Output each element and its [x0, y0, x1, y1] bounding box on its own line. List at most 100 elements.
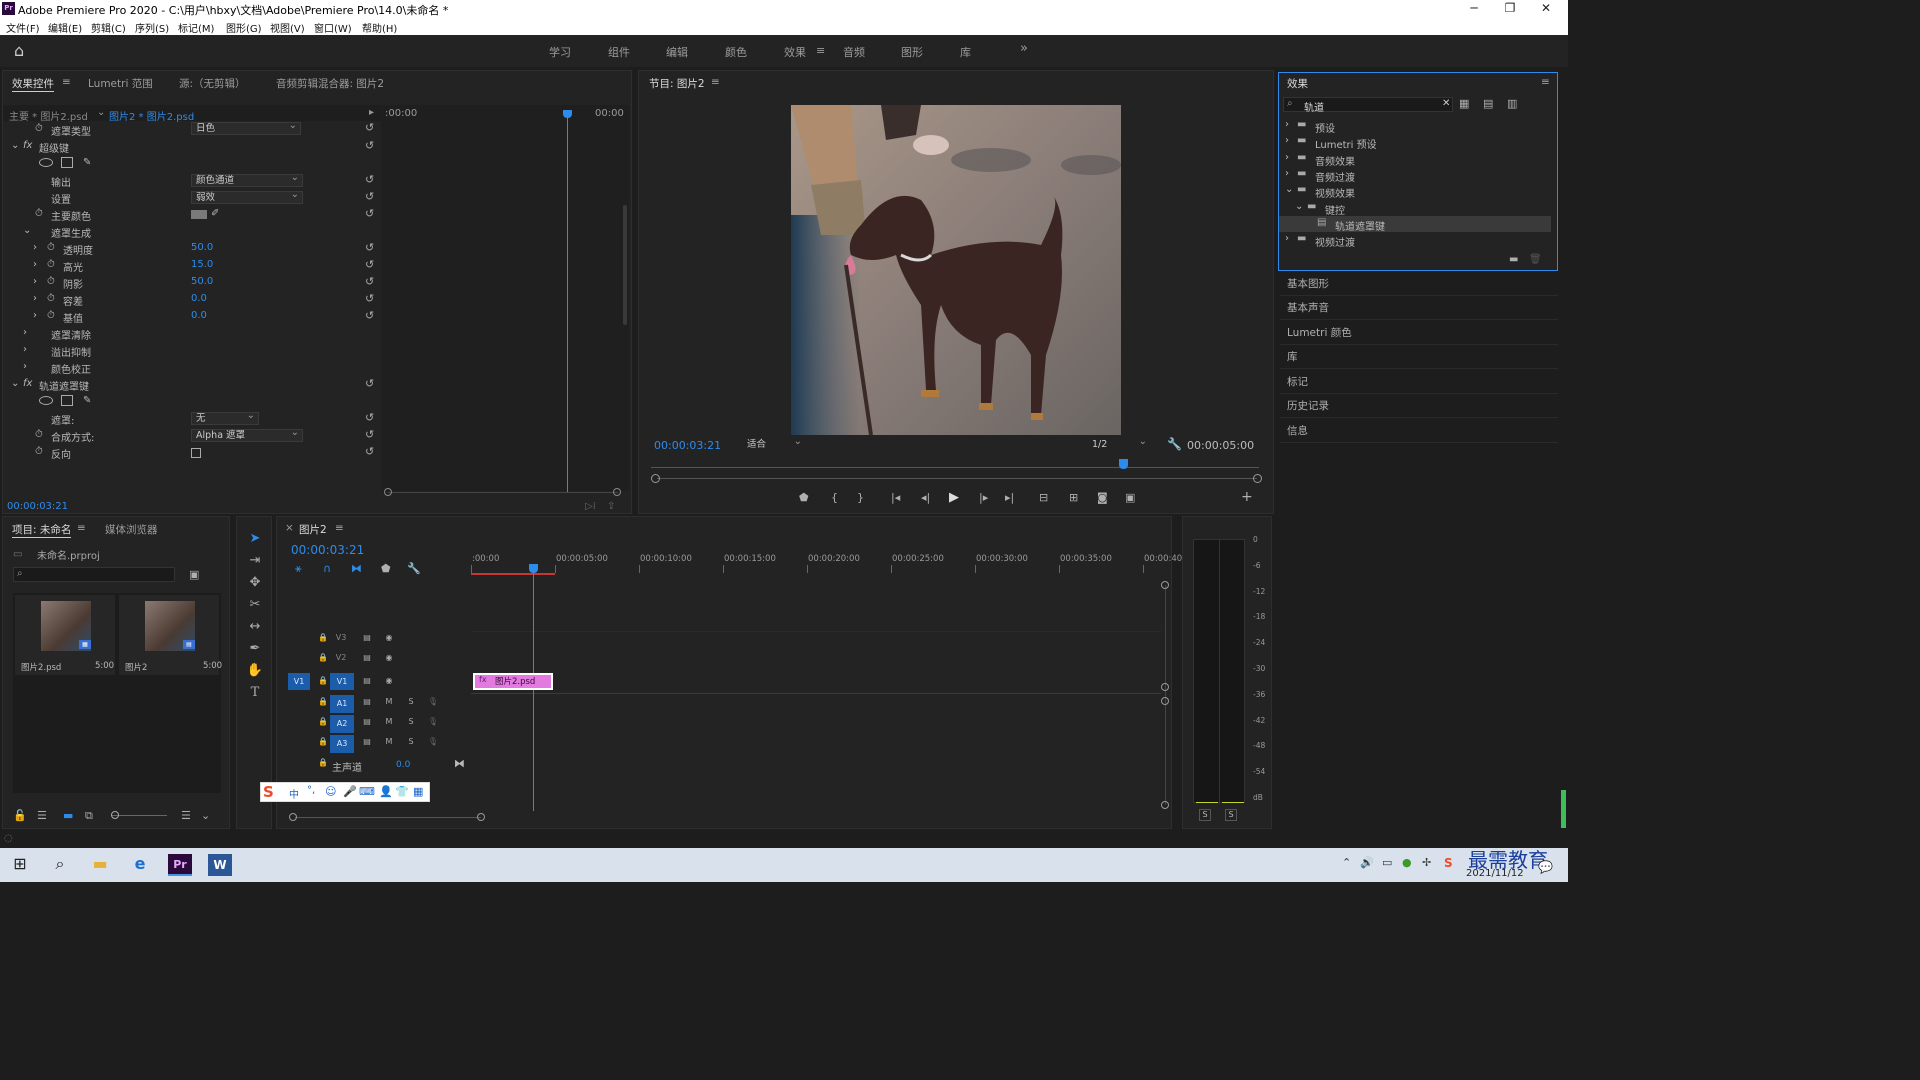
- mic-icon[interactable]: 🎙: [426, 715, 440, 729]
- new-bin-icon[interactable]: ▬: [1509, 254, 1518, 265]
- matte-select[interactable]: 无: [191, 410, 259, 425]
- export-frame-icon[interactable]: ▷⁞: [585, 501, 596, 512]
- new-bin-icon[interactable]: ▣: [189, 568, 199, 581]
- chevron-right-icon[interactable]: ›: [23, 361, 27, 372]
- reset-icon[interactable]: ↺: [365, 445, 374, 458]
- chevron-down-icon[interactable]: ⌄: [23, 225, 31, 236]
- ec-zoom-left-handle[interactable]: [384, 488, 392, 496]
- h-zoom-right-handle[interactable]: [477, 813, 485, 821]
- ec-scrollbar[interactable]: [623, 205, 627, 325]
- wrench-icon[interactable]: 🔧: [1167, 437, 1182, 451]
- ws-color[interactable]: 颜色: [725, 44, 747, 60]
- lock-icon[interactable]: 🔒: [316, 631, 330, 645]
- effects-search-field[interactable]: ⌕ 轨道 ✕: [1283, 97, 1453, 114]
- snap-icon[interactable]: ∩: [323, 562, 331, 575]
- eyedropper-icon[interactable]: ✐: [211, 208, 219, 219]
- tray-up-icon[interactable]: ⌃: [1342, 856, 1351, 869]
- home-icon[interactable]: ⌂: [14, 41, 24, 60]
- ws-menu-icon[interactable]: ≡: [816, 44, 825, 57]
- menu-edit[interactable]: 编辑(E): [48, 20, 82, 35]
- timeline-clip[interactable]: fx 图片2.psd: [473, 673, 553, 690]
- mic-icon[interactable]: 🎙: [426, 735, 440, 749]
- 32bit-effects-icon[interactable]: ▤: [1483, 97, 1493, 110]
- ec-current-time[interactable]: 00:00:03:21: [7, 501, 68, 512]
- stopwatch-icon[interactable]: ⏱: [47, 259, 55, 270]
- stopwatch-icon[interactable]: ⏱: [47, 293, 55, 304]
- minimize-button[interactable]: ─: [1454, 1, 1494, 15]
- keyboard-icon[interactable]: ⌨: [359, 785, 375, 798]
- transparency-value[interactable]: 50.0: [191, 242, 213, 253]
- menu-window[interactable]: 窗口(W): [314, 20, 352, 35]
- ws-editing[interactable]: 编辑: [666, 44, 688, 60]
- lock-icon[interactable]: 🔒: [316, 715, 330, 729]
- work-area-bar[interactable]: [471, 573, 555, 575]
- thumbnail-size-slider[interactable]: [111, 811, 119, 819]
- tab-audio-clip-mixer[interactable]: 音频剪辑混合器: 图片2: [276, 76, 384, 91]
- hand-tool-icon[interactable]: ✋: [244, 663, 266, 683]
- tolerance-value[interactable]: 0.0: [191, 293, 207, 304]
- chevron-right-icon[interactable]: ›: [1285, 135, 1289, 146]
- selection-tool-icon[interactable]: ➤: [244, 531, 266, 551]
- menu-markers[interactable]: 标记(M): [178, 20, 214, 35]
- chevron-down-icon[interactable]: ⌄: [1295, 201, 1303, 212]
- ec-zoom-right-handle[interactable]: [613, 488, 621, 496]
- effects-tree-item[interactable]: › ▬ 预设: [1279, 118, 1551, 135]
- effects-tree-item[interactable]: › ▬ 音频效果: [1279, 151, 1551, 168]
- reset-icon[interactable]: ↺: [365, 190, 374, 203]
- shadow-value[interactable]: 50.0: [191, 276, 213, 287]
- lock-icon[interactable]: 🔓: [13, 809, 27, 822]
- program-playhead[interactable]: [1119, 459, 1129, 469]
- ws-learn[interactable]: 学习: [549, 44, 571, 60]
- file-explorer-icon[interactable]: ▬: [88, 854, 112, 876]
- ws-assembly[interactable]: 组件: [608, 44, 630, 60]
- pen-mask-icon[interactable]: ✎: [83, 157, 91, 168]
- reset-icon[interactable]: ↺: [365, 139, 374, 152]
- tab-project[interactable]: 项目: 未命名: [12, 522, 72, 538]
- lumetri-color-panel[interactable]: Lumetri 颜色: [1280, 321, 1558, 345]
- edge-browser-icon[interactable]: e: [128, 854, 152, 876]
- panel-menu-icon[interactable]: ≡: [711, 76, 720, 88]
- ws-effects[interactable]: 效果: [784, 44, 806, 60]
- track-label[interactable]: V3: [334, 631, 348, 645]
- chevron-right-icon[interactable]: ›: [33, 259, 37, 270]
- reset-icon[interactable]: ↺: [365, 428, 374, 441]
- effects-tree-item[interactable]: › ▬ Lumetri 预设: [1279, 134, 1551, 151]
- reset-icon[interactable]: ↺: [365, 292, 374, 305]
- time-ruler[interactable]: [651, 460, 1259, 468]
- mute-icon[interactable]: M: [382, 735, 396, 749]
- fx-icon[interactable]: fx: [23, 378, 32, 389]
- lift-icon[interactable]: ⊟: [1039, 491, 1048, 504]
- razor-tool-icon[interactable]: ✂: [244, 597, 266, 617]
- reset-icon[interactable]: ↺: [365, 121, 374, 134]
- more-workspaces-icon[interactable]: »: [1020, 41, 1028, 56]
- chinese-mode-icon[interactable]: 中: [289, 786, 299, 801]
- share-icon[interactable]: ⇪: [607, 501, 615, 512]
- chevron-right-icon[interactable]: ›: [23, 327, 27, 338]
- project-item[interactable]: ▦ 图片2.psd 5:00: [15, 595, 115, 675]
- rectangle-mask-icon[interactable]: [61, 395, 73, 406]
- rectangle-mask-icon[interactable]: [61, 157, 73, 168]
- track-label[interactable]: V2: [334, 651, 348, 665]
- timeline-playhead-handle[interactable]: [529, 564, 539, 573]
- pedestal-value[interactable]: 0.0: [191, 310, 207, 321]
- lock-icon[interactable]: 🔒: [316, 756, 330, 770]
- track-label[interactable]: A2: [330, 715, 354, 733]
- menu-graphics[interactable]: 图形(G): [226, 20, 262, 35]
- nest-icon[interactable]: ⚹: [295, 562, 302, 576]
- markers-panel[interactable]: 标记: [1280, 370, 1558, 394]
- chevron-down-icon[interactable]: ⌄: [11, 378, 19, 389]
- panel-menu-icon[interactable]: ≡: [62, 76, 71, 88]
- stopwatch-icon[interactable]: ⏱: [35, 123, 43, 134]
- sort-icon[interactable]: ☰: [181, 809, 191, 822]
- zoom-right-handle[interactable]: [1253, 474, 1262, 483]
- history-panel[interactable]: 历史记录: [1280, 394, 1558, 418]
- accelerated-effects-icon[interactable]: ▦: [1459, 97, 1469, 110]
- add-marker-icon[interactable]: ⬟: [381, 562, 391, 575]
- menu-file[interactable]: 文件(F): [6, 20, 40, 35]
- menu-view[interactable]: 视图(V): [270, 20, 305, 35]
- color-swatch[interactable]: [191, 210, 207, 219]
- tab-sequence[interactable]: 图片2: [299, 522, 327, 537]
- reset-icon[interactable]: ↺: [365, 173, 374, 186]
- zoom-level-select[interactable]: 适合: [742, 436, 806, 451]
- slip-tool-icon[interactable]: ↔: [244, 619, 266, 639]
